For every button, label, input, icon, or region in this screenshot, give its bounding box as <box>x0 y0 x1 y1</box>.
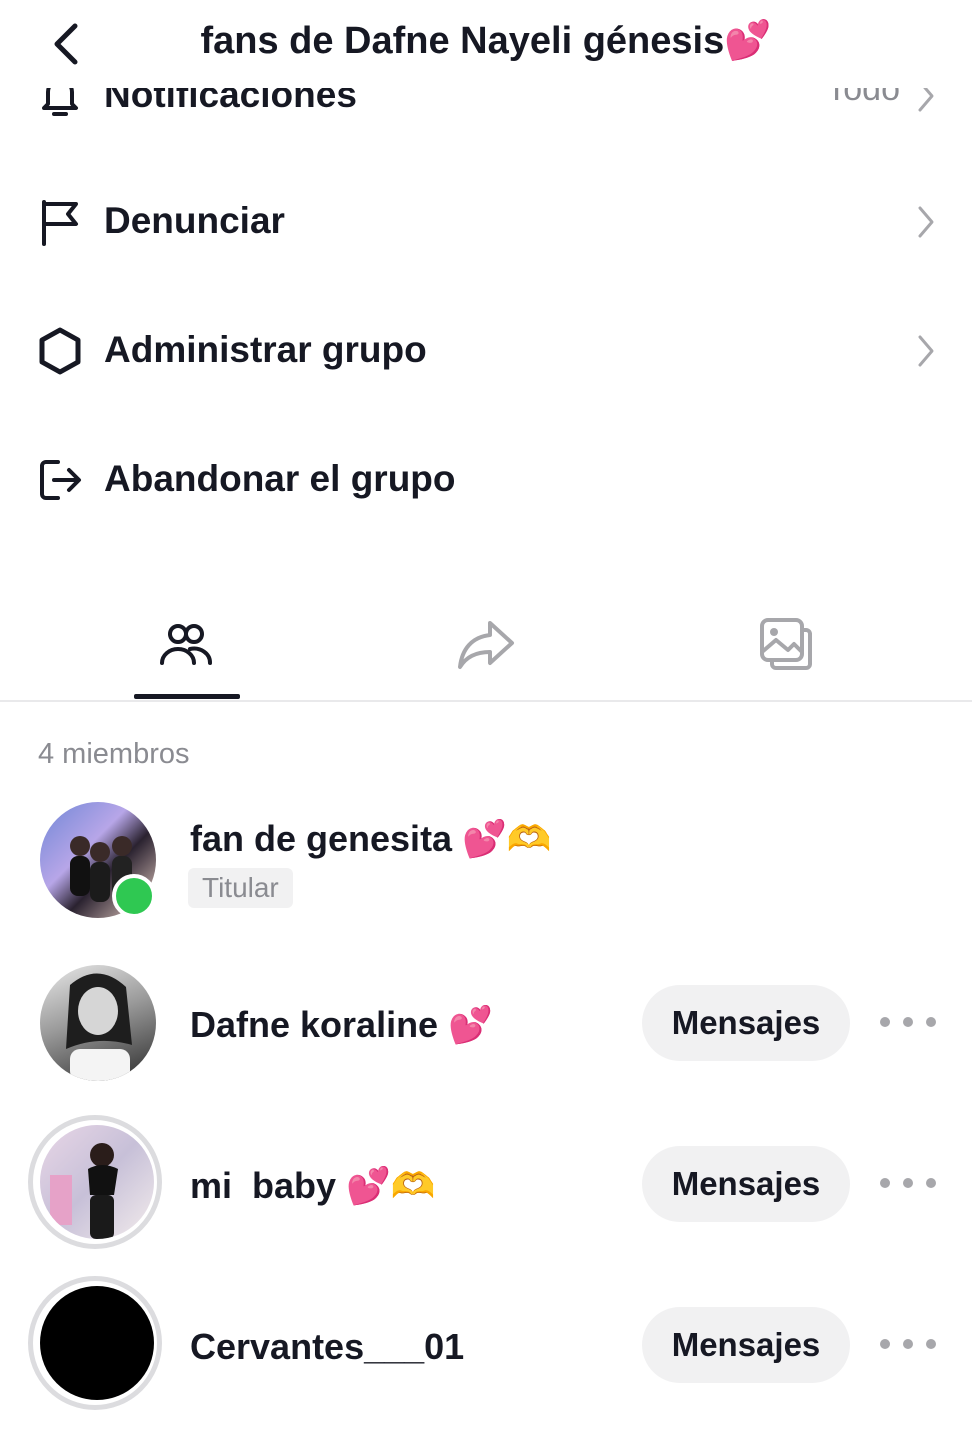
report-row[interactable]: Denunciar <box>0 182 972 262</box>
message-button[interactable]: Mensajes <box>642 985 850 1061</box>
message-button[interactable]: Mensajes <box>642 1146 850 1222</box>
members-icon <box>160 624 212 665</box>
message-button[interactable]: Mensajes <box>642 1307 850 1383</box>
online-status-dot <box>112 874 156 918</box>
chevron-left-icon <box>54 23 78 65</box>
avatar[interactable] <box>40 1286 154 1400</box>
avatar[interactable] <box>40 1125 154 1239</box>
manage-group-label: Administrar grupo <box>104 329 427 370</box>
flag-icon <box>36 198 84 246</box>
more-options-icon[interactable] <box>880 1002 936 1042</box>
gear-icon <box>36 327 84 375</box>
more-options-icon[interactable] <box>880 1324 936 1364</box>
share-icon <box>458 621 514 669</box>
report-label: Denunciar <box>104 200 285 241</box>
leave-group-row[interactable]: Abandonar el grupo <box>0 440 972 520</box>
member-name: fan de genesita 💕🫶 <box>190 818 552 860</box>
top-bar: fans de Dafne Nayeli génesis💕 <box>0 0 972 88</box>
active-tab-indicator <box>134 694 240 699</box>
leave-group-label: Abandonar el grupo <box>104 458 456 499</box>
member-name: mi baby 💕🫶 <box>190 1165 436 1207</box>
owner-badge: Titular <box>188 868 293 908</box>
exit-icon <box>36 456 84 504</box>
members-count: 4 miembros <box>38 738 190 770</box>
tab-members[interactable] <box>36 590 336 698</box>
tab-bar <box>0 590 972 702</box>
member-name: Dafne koraline 💕 <box>190 1004 493 1046</box>
tab-share[interactable] <box>336 590 636 698</box>
tab-gallery[interactable] <box>636 590 936 698</box>
chevron-right-icon <box>918 206 934 238</box>
gallery-icon <box>760 618 812 670</box>
more-options-icon[interactable] <box>880 1163 936 1203</box>
chevron-right-icon <box>918 335 934 367</box>
member-name: Cervantes___01 <box>190 1326 465 1367</box>
page-title: fans de Dafne Nayeli génesis💕 <box>200 18 772 62</box>
avatar[interactable] <box>40 965 156 1081</box>
manage-group-row[interactable]: Administrar grupo <box>0 311 972 391</box>
hearts-emoji: 💕 <box>724 18 772 62</box>
back-button[interactable] <box>44 20 88 68</box>
